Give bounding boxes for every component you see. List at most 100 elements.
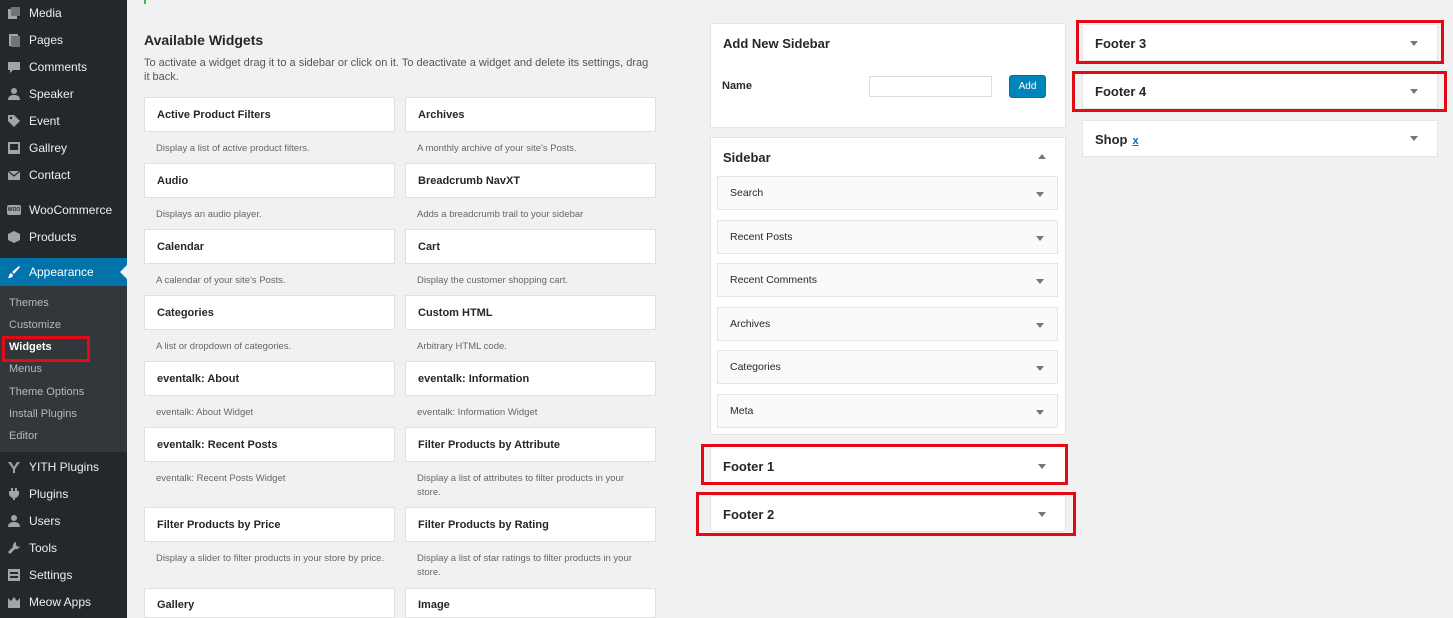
available-widgets-title: Available Widgets [144,32,264,48]
menu-item-media[interactable]: Media [0,0,127,26]
menu-item-gallrey[interactable]: Gallrey [0,135,127,161]
available-widgets-description: To activate a widget drag it to a sideba… [144,57,649,83]
chevron-down-icon [1036,366,1044,371]
widget-filter-products-by-price[interactable]: Filter Products by Price [144,507,395,542]
widget-description: eventalk: Information Widget [417,407,538,418]
menu-item-label: Media [29,6,62,20]
menu-item-label: Meow Apps [29,595,92,609]
footer-3-title: Footer 3 [1095,36,1147,51]
sidebar-widget-search[interactable]: Search [717,176,1058,210]
widget-eventalk-recent-posts[interactable]: eventalk: Recent Posts [144,427,395,462]
menu-item-label: Settings [29,568,73,582]
widget-description: Display the customer shopping cart. [417,275,569,286]
sidebar-widget-recent-posts[interactable]: Recent Posts [717,220,1058,254]
widget-description: eventalk: Recent Posts Widget [156,473,286,484]
menu-item-label: Gallrey [29,141,68,155]
comments-icon [7,60,21,74]
plugins-icon [7,487,21,501]
widget-description: Display a list of active product filters… [156,143,310,154]
shop-area-title: Shop [1095,132,1128,147]
widget-custom-html[interactable]: Custom HTML [405,295,656,330]
menu-item-plugins[interactable]: Plugins [0,481,127,507]
widget-eventalk-about[interactable]: eventalk: About [144,361,395,396]
widget-description: Adds a breadcrumb trail to your sidebar [417,209,584,220]
sidebar-widget-categories[interactable]: Categories [717,350,1058,384]
users-icon [7,514,21,528]
gallery-icon [7,141,21,155]
menu-item-event[interactable]: Event [0,108,127,134]
menu-item-tools[interactable]: Tools [0,535,127,561]
submenu-themes[interactable]: Themes [9,297,49,309]
pages-icon [7,33,21,47]
widget-eventalk-information[interactable]: eventalk: Information [405,361,656,396]
menu-item-woocommerce[interactable]: WOO WooCommerce [0,197,127,223]
menu-item-contact[interactable]: Contact [0,162,127,188]
menu-item-yith-plugins[interactable]: YITH Plugins [0,454,127,480]
sidebar-widget-recent-comments[interactable]: Recent Comments [717,263,1058,297]
widget-description: A list or dropdown of categories. [156,341,292,352]
add-sidebar-button[interactable]: Add [1009,75,1046,98]
sidebar-widget-archives[interactable]: Archives [717,307,1058,341]
widget-description: eventalk: About Widget [156,407,254,418]
submenu-menus[interactable]: Menus [9,363,42,375]
chevron-down-icon[interactable] [1410,89,1418,94]
tag-icon [7,114,21,128]
menu-item-comments[interactable]: Comments [0,54,127,80]
media-icon [7,6,21,20]
widget-description: Display a list of star ratings to filter… [417,553,632,578]
shop-area-title-wrap: Shop x [1095,132,1139,147]
woocommerce-icon: WOO [7,205,21,215]
widget-description: Arbitrary HTML code. [417,341,507,352]
submenu-widgets[interactable]: Widgets [9,341,52,353]
chevron-down-icon[interactable] [1038,512,1046,517]
widget-cart[interactable]: Cart [405,229,656,264]
widget-categories[interactable]: Categories [144,295,395,330]
admin-sidebar-menu: Media Pages Comments Speaker Event Gallr… [0,0,127,618]
menu-item-label: Speaker [29,87,74,101]
menu-item-label: Tools [29,541,58,555]
chevron-down-icon[interactable] [1038,464,1046,469]
menu-item-label: Pages [29,33,64,47]
chevron-down-icon[interactable] [1410,136,1418,141]
widget-archives[interactable]: Archives [405,97,656,132]
chevron-down-icon [1036,279,1044,284]
menu-item-pages[interactable]: Pages [0,27,127,53]
menu-item-meow-apps[interactable]: Meow Apps [0,589,127,615]
submenu-install-plugins[interactable]: Install Plugins [9,408,77,420]
footer-1-title: Footer 1 [723,459,775,474]
menu-item-appearance[interactable]: Appearance [0,258,127,286]
user-icon [7,87,21,101]
submenu-theme-options[interactable]: Theme Options [9,386,84,398]
footer-2-title: Footer 2 [723,507,775,522]
menu-item-settings[interactable]: Settings [0,562,127,588]
submenu-customize[interactable]: Customize [9,319,61,331]
menu-item-label: Products [29,230,77,244]
widget-active-product-filters[interactable]: Active Product Filters [144,97,395,132]
chevron-down-icon [1036,323,1044,328]
menu-item-products[interactable]: Products [0,224,127,250]
notice-indicator [144,0,146,4]
meow-apps-icon [7,595,21,609]
footer-4-title: Footer 4 [1095,84,1147,99]
menu-item-label: Contact [29,168,71,182]
collapse-arrow-icon[interactable] [1038,154,1046,159]
sidebar-widget-meta[interactable]: Meta [717,394,1058,428]
widget-filter-products-by-rating[interactable]: Filter Products by Rating [405,507,656,542]
widget-breadcrumb-navxt[interactable]: Breadcrumb NavXT [405,163,656,198]
submenu-editor[interactable]: Editor [9,430,38,442]
shop-remove-link[interactable]: x [1133,135,1139,147]
tools-wrench-icon [7,541,21,555]
widget-audio[interactable]: Audio [144,163,395,198]
menu-item-label: Event [29,114,60,128]
widget-gallery[interactable]: Gallery [144,588,395,618]
sidebar-name-label: Name [722,80,752,92]
menu-item-users[interactable]: Users [0,508,127,534]
menu-item-label: Users [29,514,61,528]
widget-calendar[interactable]: Calendar [144,229,395,264]
widget-filter-products-by-attribute[interactable]: Filter Products by Attribute [405,427,656,462]
menu-item-speaker[interactable]: Speaker [0,81,127,107]
widget-image[interactable]: Image [405,588,656,618]
settings-icon [7,568,21,582]
chevron-down-icon[interactable] [1410,41,1418,46]
sidebar-name-input[interactable] [869,76,992,97]
